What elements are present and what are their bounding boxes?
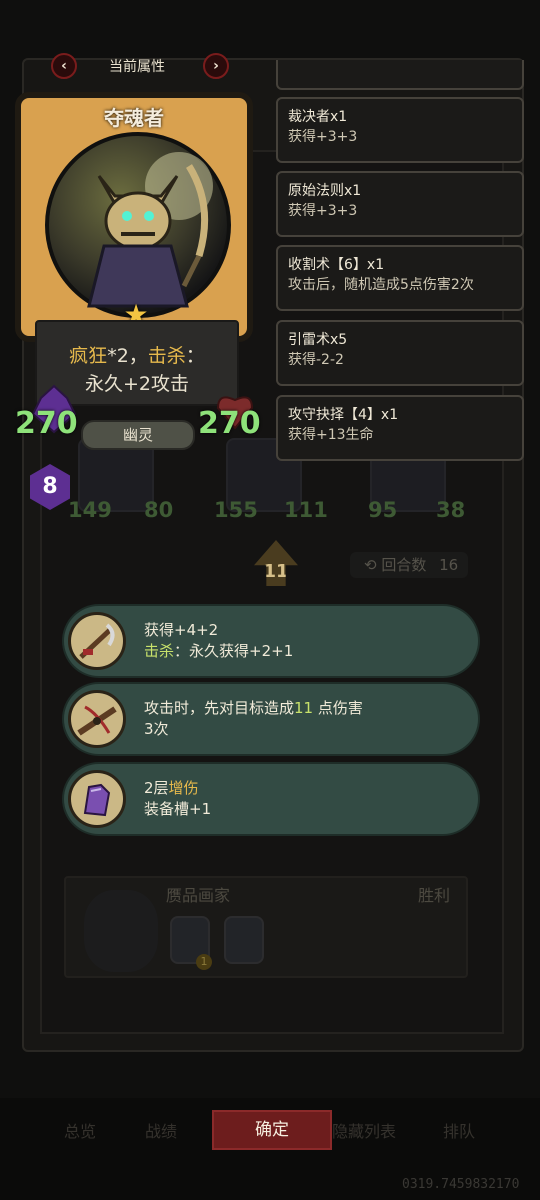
- tab-overview[interactable]: 总览: [64, 1118, 96, 1142]
- item-entry[interactable]: 攻守抉择【4】x1 获得+13生命: [276, 395, 524, 461]
- opponent-avatar: [84, 890, 158, 972]
- upgrade-arrow-value: 11: [263, 561, 289, 582]
- game-seed: 0319.7459832170: [402, 1177, 520, 1192]
- hero-desc-colon: ：: [185, 345, 205, 367]
- skill-line2: ：永久获得+2+1: [174, 642, 294, 660]
- item-name: 原始法则x1: [288, 183, 362, 199]
- opponent-name: 赝品画家: [166, 886, 231, 905]
- skill-pill[interactable]: 攻击时，先对目标造成11 点伤害 3次: [64, 684, 478, 754]
- hero-portrait: [45, 132, 231, 318]
- reaper-portrait-icon: [87, 152, 213, 308]
- keyword-frenzy: 疯狂: [69, 345, 108, 367]
- team-unit-3-attack: 95: [368, 498, 398, 522]
- hero-tribe-badge: 幽灵: [81, 420, 195, 450]
- item-list-top-cap: [276, 60, 524, 90]
- item-name: 引雷术x5: [288, 332, 348, 348]
- page-title: 当前属性: [109, 59, 165, 75]
- team-unit-1-attack: 149: [68, 498, 112, 522]
- item-entry[interactable]: 收割术【6】x1 攻击后，随机造成5点伤害2次: [276, 245, 524, 311]
- skill-line2: 3次: [144, 720, 169, 738]
- skill-text: 攻击时，先对目标造成11 点伤害 3次: [144, 698, 464, 740]
- item-entry[interactable]: 引雷术x5 获得-2-2: [276, 320, 524, 386]
- team-unit-2-attack: 155: [214, 498, 258, 522]
- skill-text: 2层增伤 装备槽+1: [144, 778, 464, 820]
- item-name: 攻守抉择【4】x1: [288, 407, 399, 423]
- skill-stack-count: 2层: [144, 779, 169, 797]
- keyword-kill: 击杀: [147, 345, 186, 367]
- team-unit-1-health: 80: [144, 498, 174, 522]
- skill-line1-pre: 攻击时，先对目标造成: [144, 699, 295, 717]
- battle-result: 胜利: [418, 886, 451, 905]
- opponent-chip-badge: 1: [196, 954, 212, 970]
- round-label: 回合数: [381, 556, 427, 574]
- round-value: 16: [439, 556, 459, 574]
- hero-desc-line2: 永久+2攻击: [84, 373, 189, 395]
- round-counter: ⟲ 回合数 16: [350, 552, 468, 578]
- item-desc: 获得+3+3: [288, 129, 358, 145]
- item-name: 收割术【6】x1: [288, 257, 385, 273]
- prev-arrow-button[interactable]: ‹: [51, 53, 77, 79]
- tab-record[interactable]: 战绩: [145, 1118, 177, 1142]
- item-desc: 攻击后，随机造成5点伤害2次: [288, 277, 474, 293]
- gauntlet-icon: [68, 770, 126, 828]
- next-arrow-button[interactable]: ›: [203, 53, 229, 79]
- item-desc: 获得+3+3: [288, 203, 358, 219]
- item-entry[interactable]: 原始法则x1 获得+3+3: [276, 171, 524, 237]
- skill-line1: 获得+4+2: [144, 621, 219, 639]
- skill-damage-value: 11: [294, 699, 314, 717]
- skill-line1-post: 点伤害: [317, 699, 363, 717]
- tab-queue[interactable]: 排队: [443, 1118, 475, 1142]
- skill-text: 获得+4+2 击杀：永久获得+2+1: [144, 620, 464, 662]
- item-entry[interactable]: 裁决者x1 获得+3+3: [276, 97, 524, 163]
- hero-attack: 270: [15, 406, 78, 441]
- hero-name: 夺魂者: [104, 106, 164, 130]
- confirm-button[interactable]: 确定: [212, 1110, 332, 1150]
- keyword-damage-up: 增伤: [168, 779, 199, 797]
- opponent-unit-chip: [224, 916, 264, 964]
- team-unit-3-health: 38: [436, 498, 466, 522]
- keyword-kill: 击杀: [144, 642, 175, 660]
- skill-line2: 装备槽+1: [144, 800, 212, 818]
- skill-pill[interactable]: 2层增伤 装备槽+1: [64, 764, 478, 834]
- hero-card: 夺魂者 ★ 疯狂*2，击杀： 永久+2攻击 270 幽灵 270: [15, 92, 261, 457]
- item-desc: 获得-2-2: [288, 352, 344, 368]
- team-unit-2-health: 111: [284, 498, 328, 522]
- tab-hidden-list[interactable]: 隐藏列表: [332, 1118, 396, 1142]
- item-name: 裁决者x1: [288, 109, 348, 125]
- hero-desc-mid: *2，: [107, 345, 148, 367]
- crossbow-icon: [68, 690, 126, 748]
- item-desc: 获得+13生命: [288, 427, 374, 443]
- skill-pill[interactable]: 获得+4+2 击杀：永久获得+2+1: [64, 606, 478, 676]
- hero-health: 270: [198, 406, 261, 441]
- scythe-icon: [68, 612, 126, 670]
